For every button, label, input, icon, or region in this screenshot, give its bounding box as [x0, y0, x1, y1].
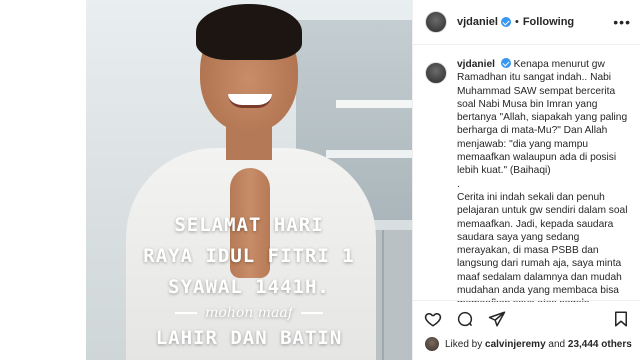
person-hair	[196, 4, 302, 60]
greeting-line-4: LAHIR DAN BATIN	[155, 327, 343, 349]
bookmark-icon[interactable]	[611, 309, 631, 329]
comment-icon[interactable]	[455, 309, 475, 329]
avatar[interactable]	[425, 337, 439, 351]
more-options-icon[interactable]: •••	[613, 14, 631, 30]
likes-count[interactable]: 23,444 others	[568, 339, 632, 350]
greeting-dash	[175, 312, 198, 314]
post-caption: vjdaniel Kenapa menurut gw Ramadhan itu …	[425, 58, 631, 302]
greeting-line-3: SYAWAL 1441H.	[168, 276, 330, 298]
background-shelf	[336, 100, 412, 108]
greeting-line-2: RAYA IDUL FITRI 1	[143, 245, 355, 267]
caption-paragraph-1: Kenapa menurut gw Ramadhan itu sangat in…	[457, 59, 628, 177]
caption-text: vjdaniel Kenapa menurut gw Ramadhan itu …	[457, 58, 631, 302]
post-header: vjdaniel • Following •••	[413, 0, 640, 45]
likes-prefix: Liked by	[445, 338, 483, 350]
likes-middle: and	[548, 338, 566, 350]
greeting-script-text: mohon maaf	[205, 305, 293, 321]
avatar[interactable]	[425, 62, 447, 84]
left-margin	[0, 0, 86, 360]
likes-user[interactable]: calvinjeremy	[485, 339, 546, 350]
heart-icon[interactable]	[423, 309, 443, 329]
greeting-dash	[300, 312, 323, 314]
greeting-script: mohon maaf	[86, 303, 412, 323]
background-shelf	[326, 150, 412, 158]
likes-summary: Liked by calvinjeremy and 23,444 others	[425, 334, 640, 354]
post-actions	[413, 300, 640, 336]
header-separator: •	[514, 16, 519, 28]
greeting-overlay: SELAMAT HARI RAYA IDUL FITRI 1 SYAWAL 14…	[86, 210, 412, 354]
caption-paragraph-2: Cerita ini indah sekali dan penuh pelaja…	[457, 191, 628, 302]
following-button[interactable]: Following	[523, 16, 574, 28]
caption-dot: .	[457, 178, 460, 190]
share-icon[interactable]	[487, 309, 507, 329]
verified-badge-icon	[500, 58, 511, 68]
greeting-line-1: SELAMAT HARI	[174, 214, 324, 236]
verified-badge-icon	[500, 17, 511, 27]
avatar[interactable]	[425, 11, 447, 33]
post-side-panel: vjdaniel • Following ••• vjdaniel Kenapa…	[412, 0, 640, 360]
caption-username[interactable]: vjdaniel	[457, 59, 495, 70]
header-username[interactable]: vjdaniel	[457, 16, 498, 28]
